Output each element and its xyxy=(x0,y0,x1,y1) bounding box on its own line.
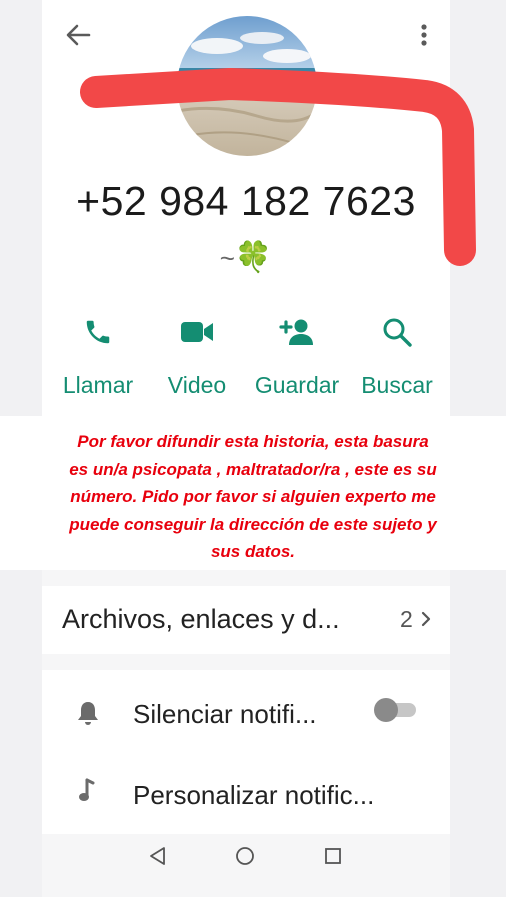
contact-phone-number: +52 984 182 7623 xyxy=(76,178,416,224)
custom-notifications-label[interactable]: Personalizar notific... xyxy=(133,780,374,811)
toggle-thumb xyxy=(374,698,398,722)
media-links-docs-label: Archivos, enlaces y d... xyxy=(62,604,340,634)
overlay-message-line: número. Pido por favor si alguien expert… xyxy=(70,487,436,506)
more-vert-icon xyxy=(421,24,427,46)
nav-recents-icon[interactable] xyxy=(323,846,343,866)
overlay-message-line: Por favor difundir esta historia, esta b… xyxy=(77,432,429,451)
back-arrow-icon xyxy=(66,24,91,46)
clover-emoji: 🍀 xyxy=(234,241,273,274)
phone-icon xyxy=(86,320,110,344)
mute-notifications-toggle[interactable] xyxy=(374,698,416,722)
nav-back-icon[interactable] xyxy=(148,846,168,866)
search-label: Buscar xyxy=(361,372,433,398)
chevron-right-icon xyxy=(421,611,431,627)
video-label: Video xyxy=(167,372,227,398)
overlay-message: Por favor difundir esta historia, esta b… xyxy=(22,428,484,566)
nav-home-icon[interactable] xyxy=(235,846,255,866)
contact-avatar[interactable] xyxy=(177,16,317,156)
contact-status: ~🍀 xyxy=(42,240,450,275)
video-action[interactable]: Video xyxy=(160,312,234,399)
status-tilde: ~ xyxy=(219,243,235,273)
call-action[interactable]: Llamar xyxy=(55,312,141,399)
search-icon xyxy=(383,318,412,347)
overlay-message-line: es un/a psicopata , maltratador/ra , est… xyxy=(69,459,437,479)
video-camera-icon xyxy=(181,322,213,342)
add-person-icon xyxy=(279,319,313,345)
music-note-icon xyxy=(79,778,95,801)
overlay-message-line: puede conseguir la dirección de este suj… xyxy=(69,514,437,534)
mute-notifications-label[interactable]: Silenciar notifi... xyxy=(133,699,317,730)
save-action[interactable]: Guardar xyxy=(249,312,345,399)
save-label: Guardar xyxy=(254,372,340,398)
bell-icon xyxy=(78,702,98,725)
call-label: Llamar xyxy=(62,372,134,398)
media-count: 2 xyxy=(400,606,413,632)
beach-photo xyxy=(177,16,317,156)
back-button[interactable] xyxy=(60,20,96,50)
search-action[interactable]: Buscar xyxy=(355,312,439,399)
overlay-message-line: sus datos. xyxy=(210,542,296,561)
more-options-button[interactable] xyxy=(410,20,438,50)
